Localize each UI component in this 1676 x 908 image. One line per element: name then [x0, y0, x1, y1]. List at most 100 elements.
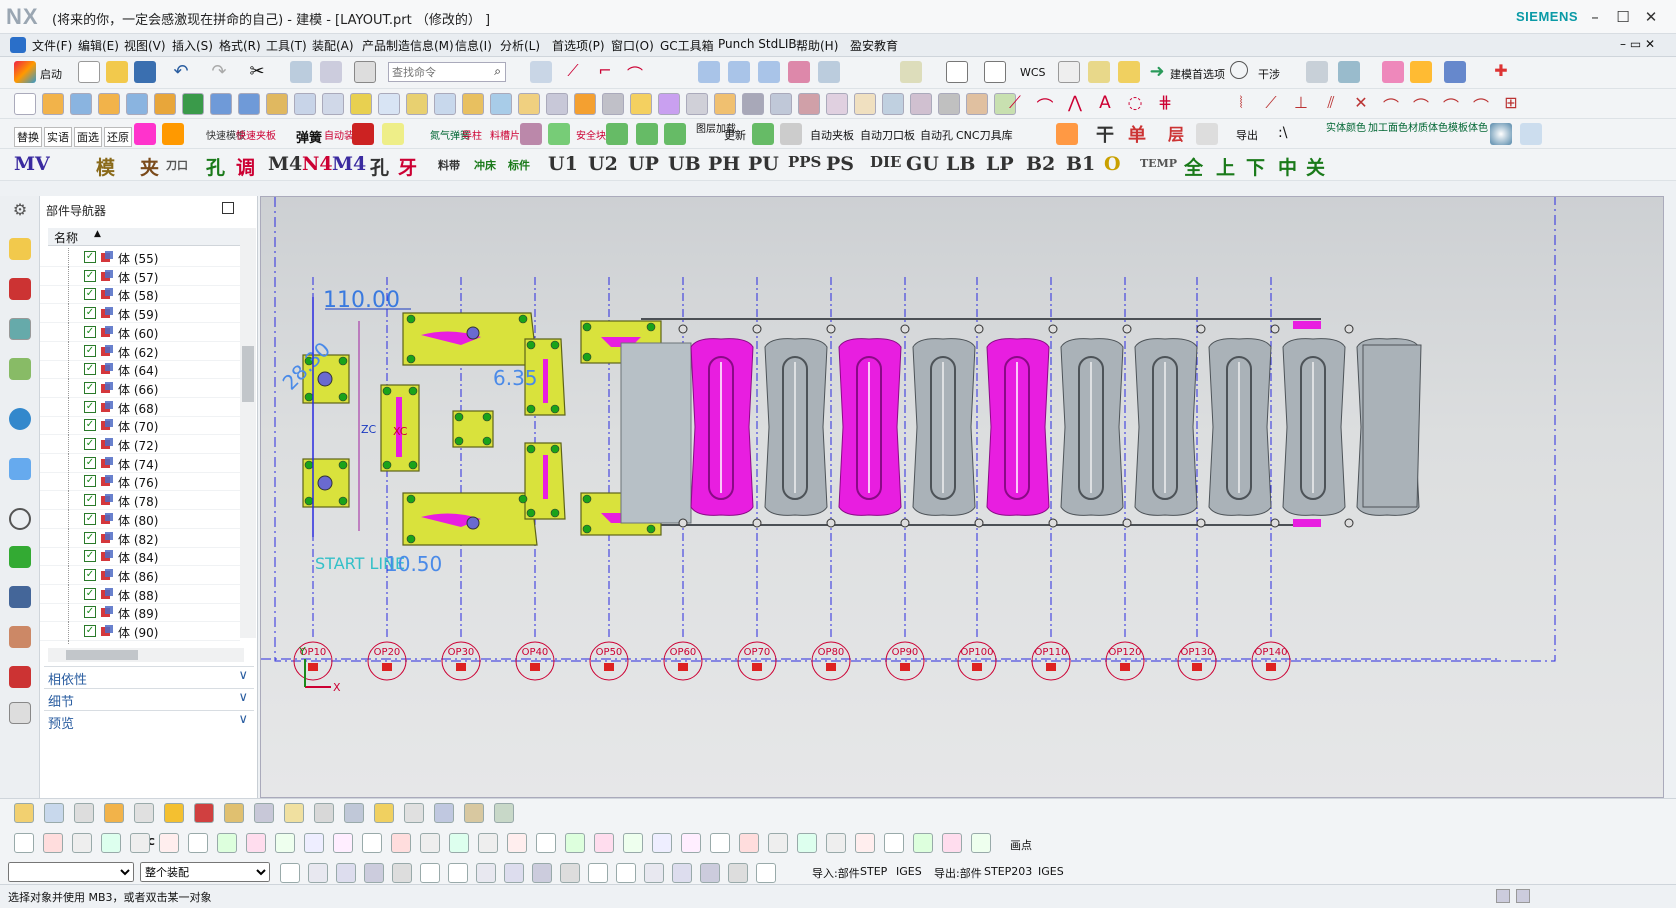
- menu-analysis[interactable]: 分析(L): [500, 37, 540, 54]
- type-filter-select[interactable]: [8, 862, 134, 882]
- sketch-tool-icon[interactable]: [681, 833, 701, 853]
- modeling-tool-icon[interactable]: [98, 93, 120, 115]
- visibility-checkbox[interactable]: ✓: [84, 494, 96, 507]
- visibility-checkbox[interactable]: ✓: [84, 363, 96, 376]
- snap-point-icon[interactable]: [588, 863, 608, 883]
- slot-button[interactable]: 料槽片: [490, 127, 520, 142]
- play-icon[interactable]: [1444, 61, 1466, 83]
- clipboard-icon[interactable]: [1118, 61, 1140, 83]
- stack-icon[interactable]: [1306, 61, 1328, 83]
- info-icon[interactable]: [354, 61, 376, 83]
- arrow-right-icon[interactable]: ➜: [1146, 61, 1168, 83]
- modeling-tool-icon[interactable]: [518, 93, 540, 115]
- punch-tool-20[interactable]: PPS: [788, 153, 821, 171]
- spring-button[interactable]: 弹簧: [296, 127, 322, 146]
- sketch-tool-icon[interactable]: [449, 833, 469, 853]
- cnc-tool-library-button[interactable]: CNC刀具库: [956, 127, 1013, 143]
- modeling-tool-icon[interactable]: [378, 93, 400, 115]
- sketch-tool-icon[interactable]: [304, 833, 324, 853]
- sketch-tool-icon[interactable]: [333, 833, 353, 853]
- modeling-tool-icon[interactable]: [70, 93, 92, 115]
- measure-icon[interactable]: [1058, 61, 1080, 83]
- punch-tool-30[interactable]: 全: [1184, 153, 1203, 180]
- modeling-tool-icon[interactable]: [294, 93, 316, 115]
- modeling-tool-icon[interactable]: [406, 93, 428, 115]
- sketch-tool-icon[interactable]: [507, 833, 527, 853]
- modeling-tool-icon[interactable]: [966, 93, 988, 115]
- modeling-tool-icon[interactable]: [882, 93, 904, 115]
- modeling-tool-icon[interactable]: [630, 93, 652, 115]
- new-file-icon[interactable]: [78, 61, 100, 83]
- sketch-tool-icon[interactable]: [594, 833, 614, 853]
- export-button[interactable]: 导出: [1236, 127, 1258, 143]
- sketch-tool-icon[interactable]: [275, 833, 295, 853]
- sketch-tool-icon[interactable]: [159, 833, 179, 853]
- guide-post-button[interactable]: 导柱: [462, 127, 482, 142]
- snap-point-icon[interactable]: [364, 863, 384, 883]
- redo-icon[interactable]: ↷: [208, 61, 230, 83]
- sketch-tool-icon[interactable]: [884, 833, 904, 853]
- visibility-checkbox[interactable]: ✓: [84, 288, 96, 301]
- punch-tool-18[interactable]: PH: [708, 153, 740, 175]
- draw-point-button[interactable]: 画点: [1010, 837, 1032, 853]
- snap-point-icon[interactable]: [700, 863, 720, 883]
- modeling-tool-icon[interactable]: [798, 93, 820, 115]
- list-icon[interactable]: [9, 702, 31, 724]
- assembly-tool-icon[interactable]: [74, 803, 94, 823]
- auto-die-plate-button[interactable]: 自动刀口板: [860, 127, 915, 143]
- import-step-button[interactable]: STEP: [860, 865, 887, 878]
- line-tool-icon[interactable]: ⌒: [1380, 93, 1402, 116]
- assembly-navigator-icon[interactable]: [9, 238, 31, 260]
- navigator-item[interactable]: ✓ 体 (76): [40, 472, 240, 492]
- assembly-tool-icon[interactable]: [434, 803, 454, 823]
- visibility-checkbox[interactable]: ✓: [84, 344, 96, 357]
- export-step203-button[interactable]: STEP203: [984, 865, 1032, 878]
- assembly-tool-icon[interactable]: [164, 803, 184, 823]
- visibility-checkbox[interactable]: ✓: [84, 606, 96, 619]
- punch-tool-12[interactable]: 冲床: [474, 157, 496, 173]
- punch-tool-13[interactable]: 标件: [508, 157, 530, 173]
- curve-tool-icon[interactable]: ⟋: [1004, 93, 1026, 115]
- assembly-tool-icon[interactable]: [494, 803, 514, 823]
- process-studio-icon[interactable]: [9, 586, 31, 608]
- curve-tool-icon[interactable]: ⋕: [1154, 93, 1176, 115]
- menu-info[interactable]: 信息(I): [455, 37, 492, 54]
- visibility-checkbox[interactable]: ✓: [84, 456, 96, 469]
- line-tool-icon[interactable]: ⌒: [1440, 93, 1462, 116]
- snap-point-icon[interactable]: [728, 863, 748, 883]
- reuse-library-icon[interactable]: [9, 358, 31, 380]
- modeling-tool-icon[interactable]: [266, 93, 288, 115]
- visibility-checkbox[interactable]: ✓: [84, 512, 96, 525]
- snap-point-icon[interactable]: [532, 863, 552, 883]
- assembly-tool-icon[interactable]: [344, 803, 364, 823]
- snap-point-icon[interactable]: [616, 863, 636, 883]
- h-scrollbar-thumb[interactable]: [66, 650, 138, 660]
- modeling-tool-icon[interactable]: [182, 93, 204, 115]
- view-iso-icon[interactable]: [758, 61, 780, 83]
- assembly-tool-icon[interactable]: [104, 803, 124, 823]
- box-icon[interactable]: [382, 123, 404, 145]
- view-top-icon[interactable]: [698, 61, 720, 83]
- snap-point-icon[interactable]: [392, 863, 412, 883]
- assembly-tool-icon[interactable]: [314, 803, 334, 823]
- menu-file[interactable]: 文件(F): [32, 37, 72, 54]
- navigator-item[interactable]: ✓ 体 (55): [40, 248, 240, 267]
- modeling-tool-icon[interactable]: [434, 93, 456, 115]
- navigator-item[interactable]: ✓体 (91): [40, 640, 240, 644]
- interference-button[interactable]: 干涉: [1258, 66, 1280, 82]
- navigator-item[interactable]: ✓ 体 (66): [40, 378, 240, 398]
- name-column-header[interactable]: 名称 ▲: [48, 228, 248, 246]
- navigator-item[interactable]: ✓ 体 (88): [40, 584, 240, 604]
- assembly-tool-icon[interactable]: [284, 803, 304, 823]
- sketch-tool-icon[interactable]: [188, 833, 208, 853]
- system-materials-icon[interactable]: [9, 546, 31, 568]
- modeling-tool-icon[interactable]: [322, 93, 344, 115]
- navigator-item[interactable]: ✓ 体 (60): [40, 322, 240, 342]
- sketch-tool-icon[interactable]: [217, 833, 237, 853]
- sketch-tool-icon[interactable]: [826, 833, 846, 853]
- layer-icon[interactable]: [900, 61, 922, 83]
- navigator-item[interactable]: ✓ 体 (89): [40, 603, 240, 623]
- scrollbar-thumb[interactable]: [242, 346, 254, 402]
- layer-copy-icon[interactable]: 层: [1168, 121, 1184, 145]
- visibility-checkbox[interactable]: ✓: [84, 550, 96, 563]
